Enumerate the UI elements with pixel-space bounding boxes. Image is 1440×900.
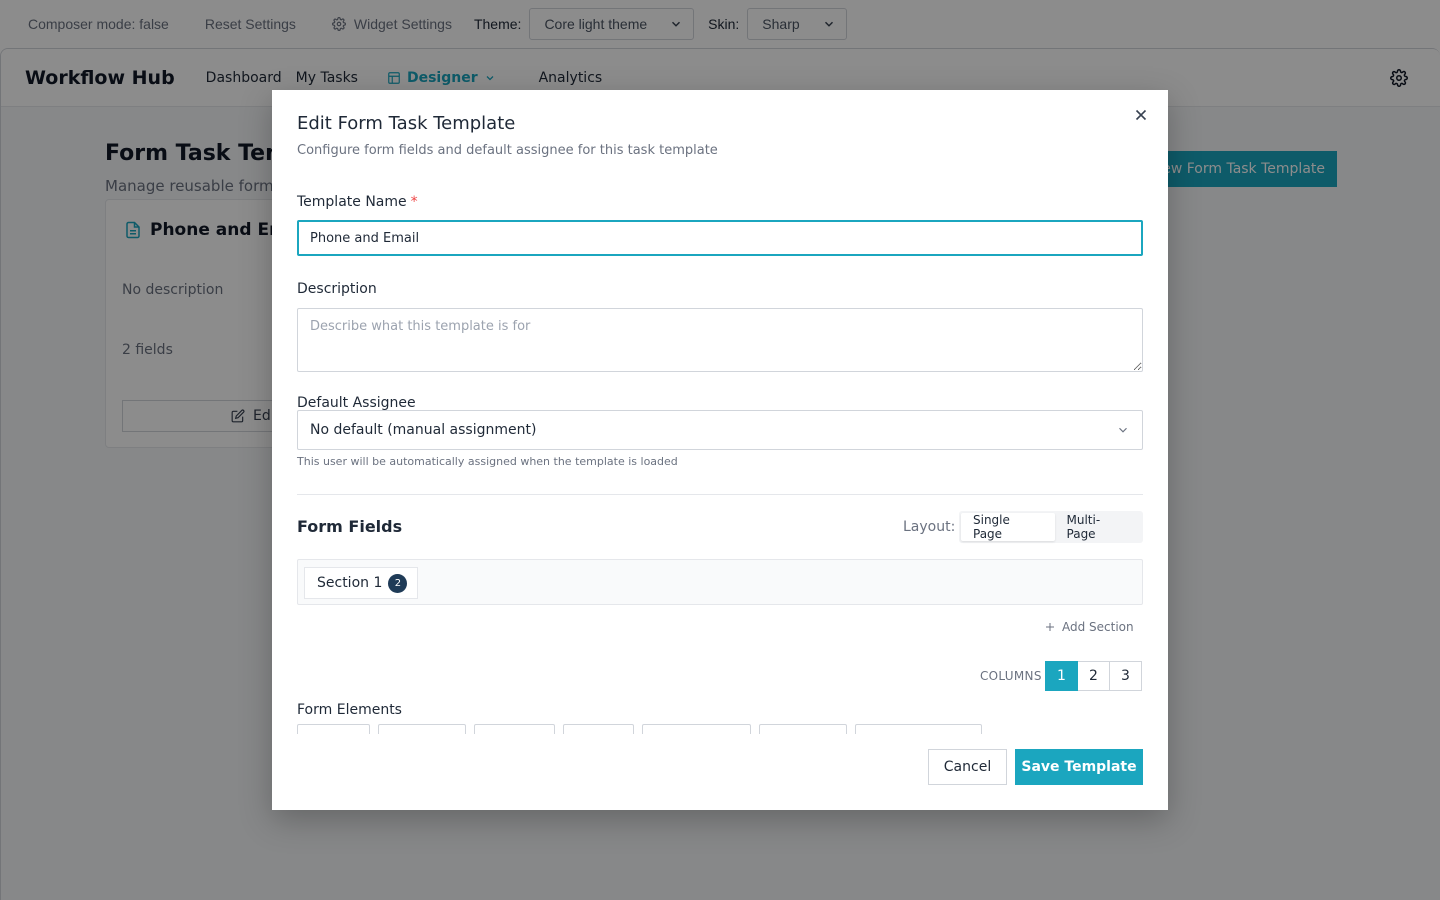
- section-field-count-badge: 2: [388, 573, 408, 593]
- chevron-down-icon: [1119, 427, 1127, 433]
- modal-subtitle: Configure form fields and default assign…: [297, 143, 718, 158]
- form-element-item[interactable]: [563, 724, 634, 734]
- default-assignee-select[interactable]: No default (manual assignment): [297, 410, 1143, 450]
- columns-label: COLUMNS: [980, 669, 1042, 683]
- columns-option-2[interactable]: 2: [1077, 661, 1110, 691]
- columns-selector: 1 2 3: [1045, 661, 1142, 691]
- template-name-label: Template Name *: [297, 194, 418, 210]
- form-fields-title: Form Fields: [297, 517, 403, 536]
- required-mark: *: [410, 194, 418, 210]
- form-element-item[interactable]: [378, 724, 466, 734]
- template-name-label-text: Template Name: [297, 194, 407, 210]
- template-name-input[interactable]: [297, 220, 1143, 256]
- form-element-item[interactable]: [297, 724, 370, 734]
- section-tab-label: Section 1: [317, 575, 383, 591]
- layout-toggle: Single Page Multi-Page: [959, 511, 1143, 543]
- form-element-item[interactable]: [474, 724, 555, 734]
- default-assignee-label: Default Assignee: [297, 395, 416, 411]
- plus-icon: [1046, 623, 1054, 631]
- form-element-item[interactable]: [855, 724, 982, 734]
- columns-option-3[interactable]: 3: [1109, 661, 1142, 691]
- section-tabs: Section 1 2: [297, 559, 1143, 605]
- modal-title: Edit Form Task Template: [297, 113, 516, 134]
- layout-option-multi-page[interactable]: Multi-Page: [1055, 513, 1141, 541]
- form-elements-title: Form Elements: [297, 702, 402, 718]
- form-element-item[interactable]: [759, 724, 847, 734]
- save-template-button[interactable]: Save Template: [1015, 749, 1143, 785]
- form-element-item[interactable]: [642, 724, 751, 734]
- add-section-button[interactable]: Add Section: [1044, 620, 1134, 634]
- cancel-button[interactable]: Cancel: [928, 749, 1007, 785]
- add-section-label: Add Section: [1062, 620, 1134, 634]
- description-label: Description: [297, 281, 377, 297]
- layout-label: Layout:: [903, 519, 956, 535]
- section-tab-1[interactable]: Section 1 2: [304, 567, 419, 599]
- layout-option-single-page[interactable]: Single Page: [961, 513, 1055, 541]
- divider: [297, 494, 1143, 495]
- columns-option-1[interactable]: 1: [1045, 661, 1078, 691]
- close-icon[interactable]: [1132, 106, 1150, 124]
- edit-template-modal: Edit Form Task Template Configure form f…: [272, 90, 1168, 810]
- default-assignee-value: No default (manual assignment): [310, 422, 537, 438]
- assignee-hint: This user will be automatically assigned…: [297, 455, 678, 468]
- form-elements-palette: [297, 724, 982, 734]
- description-input[interactable]: [297, 308, 1143, 372]
